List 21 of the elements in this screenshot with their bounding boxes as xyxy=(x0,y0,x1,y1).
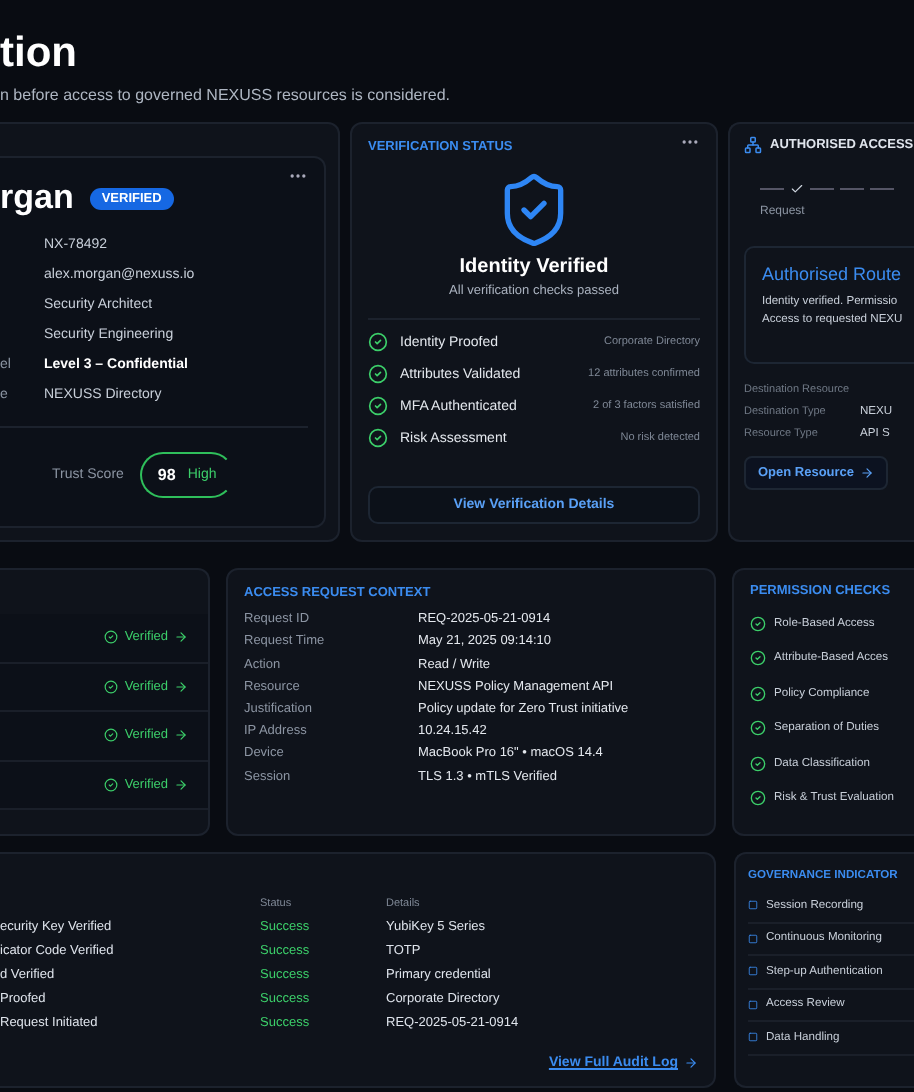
page-subtitle: n before access to governed NEXUSS resources is considered. xyxy=(0,86,453,105)
check-circle-icon xyxy=(104,679,119,694)
square-icon xyxy=(748,900,758,911)
arrow-right-icon xyxy=(860,466,875,481)
square-icon xyxy=(748,933,758,944)
page-title: tion xyxy=(0,28,79,79)
profile-name: rgan xyxy=(0,178,74,219)
arrow-right-icon[interactable] xyxy=(174,630,188,645)
check-circle-icon xyxy=(104,728,119,743)
arrow-right-icon[interactable] xyxy=(174,777,188,792)
arrow-right-icon[interactable] xyxy=(174,679,188,694)
network-icon xyxy=(744,136,762,155)
square-icon xyxy=(748,966,758,977)
status-heading: Identity Verified xyxy=(459,256,609,279)
square-icon xyxy=(748,1032,758,1043)
check-circle-icon xyxy=(104,777,119,792)
arrow-right-icon xyxy=(684,1056,698,1071)
square-icon xyxy=(748,999,758,1010)
check-circle-icon xyxy=(104,630,119,645)
arrow-right-icon[interactable] xyxy=(174,728,188,743)
route-title: Authorised Route xyxy=(762,264,904,285)
